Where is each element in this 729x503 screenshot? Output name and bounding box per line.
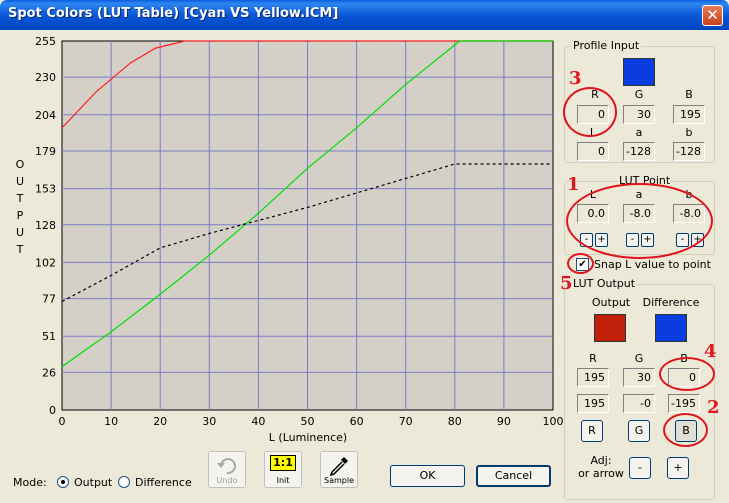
x-tick-label: 10 bbox=[104, 415, 118, 428]
x-tick-label: 90 bbox=[497, 415, 511, 428]
annotation-number-2: 2 bbox=[707, 397, 720, 418]
output-swatch bbox=[594, 314, 626, 342]
y-axis-label-char: U bbox=[15, 175, 25, 188]
y-tick-label: 128 bbox=[35, 219, 56, 232]
annotation-number-1: 1 bbox=[567, 174, 580, 195]
pi-a-label: a bbox=[635, 126, 643, 139]
lut-chart[interactable]: 0 10 20 30 40 50 60 70 80 90 100 0 26 51 77 102 128 153 17… bbox=[3, 30, 563, 450]
y-tick-label: 26 bbox=[42, 366, 56, 379]
annotation-circle-5 bbox=[567, 253, 594, 274]
x-tick-label: 0 bbox=[59, 415, 66, 428]
y-tick-label: 204 bbox=[35, 109, 56, 122]
init-icon: 1:1 bbox=[270, 455, 296, 471]
y-tick-label: 153 bbox=[35, 183, 56, 196]
y-axis-label-char: T bbox=[16, 243, 24, 256]
dialog-client: 0 10 20 30 40 50 60 70 80 90 100 0 26 51 77 102 128 153 17… bbox=[3, 30, 726, 500]
x-tick-label: 60 bbox=[350, 415, 364, 428]
undo-label: Undo bbox=[216, 476, 238, 485]
x-tick-label: 30 bbox=[202, 415, 216, 428]
y-axis-label-char: P bbox=[16, 209, 24, 222]
output-swatch-label: Output bbox=[591, 296, 631, 309]
pi-g-field: 30 bbox=[623, 105, 655, 124]
annotation-number-5: 5 bbox=[560, 273, 573, 294]
lo-b-difference-field: -195 bbox=[668, 394, 700, 413]
annotation-number-4: 4 bbox=[704, 341, 717, 362]
close-button[interactable]: ✕ bbox=[702, 5, 723, 26]
annotation-circle-2 bbox=[663, 413, 708, 447]
adj-plus-button[interactable]: + bbox=[667, 457, 689, 479]
cancel-button[interactable]: Cancel bbox=[476, 465, 551, 487]
mode-output-label[interactable]: Output bbox=[74, 476, 112, 489]
x-tick-label: 80 bbox=[448, 415, 462, 428]
or-arrow-label: or arrow bbox=[578, 467, 624, 480]
undo-icon bbox=[217, 458, 236, 475]
init-label: Init bbox=[276, 476, 290, 485]
y-tick-label: 179 bbox=[35, 145, 56, 158]
undo-button[interactable]: Undo bbox=[208, 451, 246, 488]
y-tick-label: 230 bbox=[35, 71, 56, 84]
channel-r-button[interactable]: R bbox=[581, 420, 603, 442]
y-tick-label: 102 bbox=[35, 256, 56, 269]
lo-g-label: G bbox=[634, 352, 644, 365]
y-tick-label: 77 bbox=[42, 293, 56, 306]
pi-l-field: 0 bbox=[577, 142, 609, 161]
x-tick-label: 50 bbox=[301, 415, 315, 428]
lo-r-label: R bbox=[589, 352, 597, 365]
pi-bb-label: b bbox=[685, 126, 693, 139]
lo-r-difference-field: 195 bbox=[577, 394, 609, 413]
pi-a-field: -128 bbox=[623, 142, 655, 161]
difference-swatch-label: Difference bbox=[642, 296, 700, 309]
y-axis-label-char: O bbox=[15, 158, 25, 171]
pi-g-label: G bbox=[634, 88, 644, 101]
pi-b-label: B bbox=[685, 88, 693, 101]
y-axis-label-char: U bbox=[15, 226, 25, 239]
x-axis-label: L (Luminence) bbox=[268, 431, 348, 444]
mode-label: Mode: bbox=[13, 476, 47, 489]
profile-input-title: Profile Input bbox=[571, 39, 642, 52]
y-axis-label-char: T bbox=[16, 192, 24, 205]
adj-minus-button[interactable]: - bbox=[629, 457, 651, 479]
annotation-circle-1 bbox=[566, 183, 713, 259]
annotation-circle-3 bbox=[563, 87, 617, 137]
y-tick-label: 0 bbox=[49, 404, 56, 417]
mode-output-radio[interactable] bbox=[57, 476, 69, 488]
y-axis-label: OUTPUT bbox=[14, 156, 26, 258]
y-tick-label: 255 bbox=[35, 35, 56, 48]
window-title: Spot Colors (LUT Table) [Cyan VS Yellow.… bbox=[8, 6, 339, 21]
annotation-circle-4 bbox=[659, 357, 715, 391]
mode-difference-label[interactable]: Difference bbox=[135, 476, 192, 489]
init-button[interactable]: 1:1 Init bbox=[264, 451, 302, 488]
snap-label[interactable]: Snap L value to point bbox=[594, 258, 711, 271]
lo-g-difference-field: -0 bbox=[623, 394, 655, 413]
x-tick-label: 100 bbox=[543, 415, 564, 428]
x-tick-label: 70 bbox=[399, 415, 413, 428]
difference-swatch bbox=[655, 314, 687, 342]
sample-label: Sample bbox=[324, 476, 354, 485]
title-bar: Spot Colors (LUT Table) [Cyan VS Yellow.… bbox=[0, 0, 729, 30]
annotation-number-3: 3 bbox=[569, 68, 582, 89]
pi-b-field: 195 bbox=[673, 105, 705, 124]
x-tick-label: 20 bbox=[153, 415, 167, 428]
ok-button[interactable]: OK bbox=[390, 465, 465, 487]
pi-bb-field: -128 bbox=[673, 142, 705, 161]
lo-r-output-field: 195 bbox=[577, 368, 609, 387]
x-tick-label: 40 bbox=[251, 415, 265, 428]
sample-button[interactable]: Sample bbox=[320, 451, 358, 488]
mode-difference-radio[interactable] bbox=[118, 476, 130, 488]
lut-output-title: LUT Output bbox=[571, 277, 638, 290]
profile-input-swatch bbox=[623, 58, 655, 86]
adj-label: Adj: bbox=[590, 454, 612, 467]
y-tick-label: 51 bbox=[42, 330, 56, 343]
eyedropper-icon bbox=[329, 457, 348, 477]
lo-g-output-field: 30 bbox=[623, 368, 655, 387]
channel-g-button[interactable]: G bbox=[628, 420, 650, 442]
